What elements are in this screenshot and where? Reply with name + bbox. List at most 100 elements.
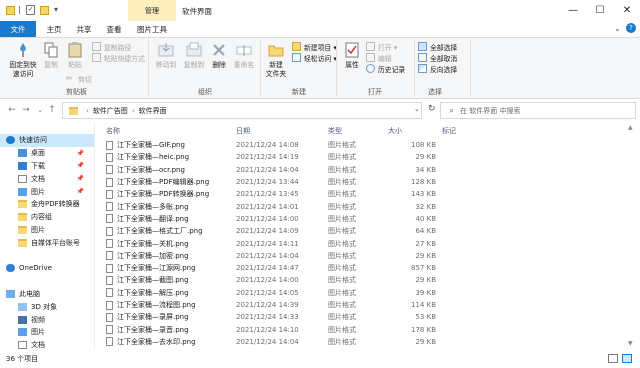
file-date: 2021/12/24 13:44: [236, 178, 299, 187]
column-type[interactable]: 类型: [328, 126, 388, 136]
tab-home[interactable]: 主页: [40, 21, 68, 37]
rename-button[interactable]: 重命名: [230, 41, 258, 70]
new-folder-button[interactable]: 新建 文件夹: [262, 41, 290, 79]
column-tags[interactable]: 标记: [436, 126, 476, 136]
customize-qa-chevron-icon[interactable]: ▾: [54, 5, 58, 14]
file-size: 29 KB: [415, 337, 436, 346]
up-button[interactable]: ↑: [46, 104, 58, 116]
tab-file[interactable]: 文件: [0, 21, 36, 37]
move-to-button[interactable]: 移动到: [152, 41, 180, 70]
back-button[interactable]: ←: [6, 104, 18, 116]
nav-item[interactable]: 文档 📌: [0, 172, 94, 185]
context-tab-manage[interactable]: 管理: [128, 0, 176, 21]
pin-quick-access-button[interactable]: 固定到快 速访问: [6, 41, 40, 79]
vertical-scrollbar[interactable]: ▲ ▼: [626, 122, 636, 350]
nav-item[interactable]: 快速访问: [0, 134, 94, 147]
table-row[interactable]: 江下全家桶—ocr.png 2021/12/24 14:04 图片格式 34 KB: [96, 164, 640, 176]
recent-locations-button[interactable]: ⌄: [34, 104, 46, 116]
column-name[interactable]: 名称: [96, 126, 236, 136]
properties-check-icon[interactable]: ✓: [26, 5, 35, 15]
nav-item[interactable]: 内容组: [0, 211, 94, 224]
new-group-label: 新建: [292, 88, 306, 96]
forward-button[interactable]: →: [20, 104, 32, 116]
breadcrumb-item[interactable]: 软件界面: [139, 106, 167, 116]
nav-item[interactable]: 自媒体平台账号: [0, 236, 94, 249]
paste-shortcut-button[interactable]: 粘贴快捷方式: [92, 52, 145, 63]
nav-item[interactable]: 3D 对象: [0, 300, 94, 313]
image-file-icon: [106, 140, 113, 150]
column-size[interactable]: 大小: [388, 126, 436, 136]
copy-to-button[interactable]: 复制到: [180, 41, 208, 70]
scissors-icon: ✂: [66, 74, 73, 83]
table-row[interactable]: 江下全家桶—加密.png 2021/12/24 14:04 图片格式 29 KB: [96, 250, 640, 262]
file-date: 2021/12/24 14:05: [236, 288, 299, 297]
nav-item[interactable]: 图片: [0, 224, 94, 237]
file-name-cell: 江下全家桶—录音.png: [96, 325, 236, 335]
properties-button[interactable]: 属性: [340, 41, 364, 70]
table-row[interactable]: 江下全家桶—PDF编辑器.png 2021/12/24 13:44 图片格式 128 …: [96, 176, 640, 188]
nav-item-label: 图片: [31, 328, 45, 337]
file-name: 江下全家桶—录屏.png: [117, 313, 189, 322]
search-input[interactable]: ⌕ 在 软件界面 中搜索: [440, 102, 636, 119]
nav-item[interactable]: 桌面 📌: [0, 147, 94, 160]
help-icon[interactable]: ?: [626, 23, 636, 33]
minimize-button[interactable]: —: [560, 0, 586, 21]
table-row[interactable]: 江下全家桶—录音.png 2021/12/24 14:10 图片格式 178 KB: [96, 323, 640, 335]
close-button[interactable]: ✕: [614, 0, 640, 21]
nav-item[interactable]: 视频: [0, 313, 94, 326]
edit-button[interactable]: 编辑: [366, 52, 405, 63]
table-row[interactable]: 江下全家桶—截图.png 2021/12/24 14:00 图片格式 29 KB: [96, 274, 640, 286]
address-box[interactable]: › 软件广告图 › 软件界面: [62, 102, 422, 119]
table-row[interactable]: 江下全家桶—GIF.png 2021/12/24 14:08 图片格式 108 KB: [96, 139, 640, 151]
large-icons-view-icon[interactable]: [622, 354, 632, 363]
paste-button[interactable]: 粘贴: [64, 41, 86, 70]
new-folder-icon: [267, 41, 285, 59]
select-all-button[interactable]: 全部选择: [418, 41, 457, 52]
tab-view[interactable]: 查看: [100, 21, 128, 37]
close-icon: ✕: [622, 5, 632, 16]
table-row[interactable]: 江下全家桶—多账.png 2021/12/24 14:01 图片格式 32 KB: [96, 200, 640, 212]
table-row[interactable]: 江下全家桶—关机.png 2021/12/24 14:11 图片格式 27 KB: [96, 237, 640, 249]
table-row[interactable]: 江下全家桶—PDF转换器.png 2021/12/24 13:45 图片格式 143 …: [96, 188, 640, 200]
table-row[interactable]: 江下全家桶—录屏.png 2021/12/24 14:33 图片格式 53 KB: [96, 311, 640, 323]
tab-share[interactable]: 共享: [70, 21, 98, 37]
breadcrumb-item[interactable]: 软件广告图: [93, 106, 128, 116]
tab-picture-tools[interactable]: 图片工具: [130, 21, 174, 37]
nav-item[interactable]: OneDrive: [0, 262, 94, 275]
cut-button[interactable]: ✂ 剪切: [66, 73, 92, 84]
new-folder-icon[interactable]: [40, 6, 49, 15]
table-row[interactable]: 江下全家桶—江源网.png 2021/12/24 14:47 图片格式 857 KB: [96, 262, 640, 274]
table-row[interactable]: 江下全家桶—格式工厂.png 2021/12/24 14:09 图片格式 64 KB: [96, 225, 640, 237]
scroll-down-icon[interactable]: ▼: [628, 340, 633, 347]
nav-item[interactable]: 金舟PDF转换器: [0, 198, 94, 211]
history-button[interactable]: 历史记录: [366, 63, 405, 74]
copy-button[interactable]: 复制: [40, 41, 62, 70]
table-row[interactable]: 江下全家桶—heic.png 2021/12/24 14:19 图片格式 29 KB: [96, 151, 640, 163]
delete-button[interactable]: 删除: [208, 41, 230, 70]
refresh-icon[interactable]: ↻: [428, 104, 436, 114]
table-row[interactable]: 江下全家桶—解压.png 2021/12/24 14:05 图片格式 39 KB: [96, 287, 640, 299]
table-row[interactable]: 江下全家桶—流程图.png 2021/12/24 14:39 图片格式 114 KB: [96, 299, 640, 311]
nav-item[interactable]: 图片: [0, 326, 94, 339]
paste-label: 粘贴: [68, 61, 82, 69]
details-view-icon[interactable]: [608, 354, 618, 363]
ribbon-expand-chevron-icon[interactable]: ⌄: [614, 24, 621, 33]
copy-path-button[interactable]: 复制路径: [92, 41, 145, 52]
tab-view-label: 查看: [106, 24, 122, 34]
scroll-up-icon[interactable]: ▲: [628, 124, 633, 131]
maximize-button[interactable]: ☐: [587, 0, 613, 21]
table-row[interactable]: 江下全家桶—翻译.png 2021/12/24 14:00 图片格式 40 KB: [96, 213, 640, 225]
select-none-button[interactable]: 全部取消: [418, 52, 457, 63]
column-date[interactable]: 日期: [236, 126, 328, 136]
nav-item[interactable]: 图片 📌: [0, 185, 94, 198]
address-dropdown-icon[interactable]: ⌄: [414, 105, 420, 113]
file-date: 2021/12/24 14:39: [236, 301, 299, 309]
open-button[interactable]: 打开 ▾: [366, 41, 405, 52]
new-item-button[interactable]: 新建项目 ▾: [292, 41, 337, 52]
invert-selection-button[interactable]: 反向选择: [418, 63, 457, 74]
nav-item[interactable]: 下载 📌: [0, 160, 94, 173]
search-placeholder: 在 软件界面 中搜索: [460, 106, 521, 115]
easy-access-button[interactable]: 轻松访问 ▾: [292, 52, 337, 63]
nav-item[interactable]: 此电脑: [0, 288, 94, 301]
table-row[interactable]: 江下全家桶—去水印.png 2021/12/24 14:04 图片格式 29 KB: [96, 336, 640, 348]
